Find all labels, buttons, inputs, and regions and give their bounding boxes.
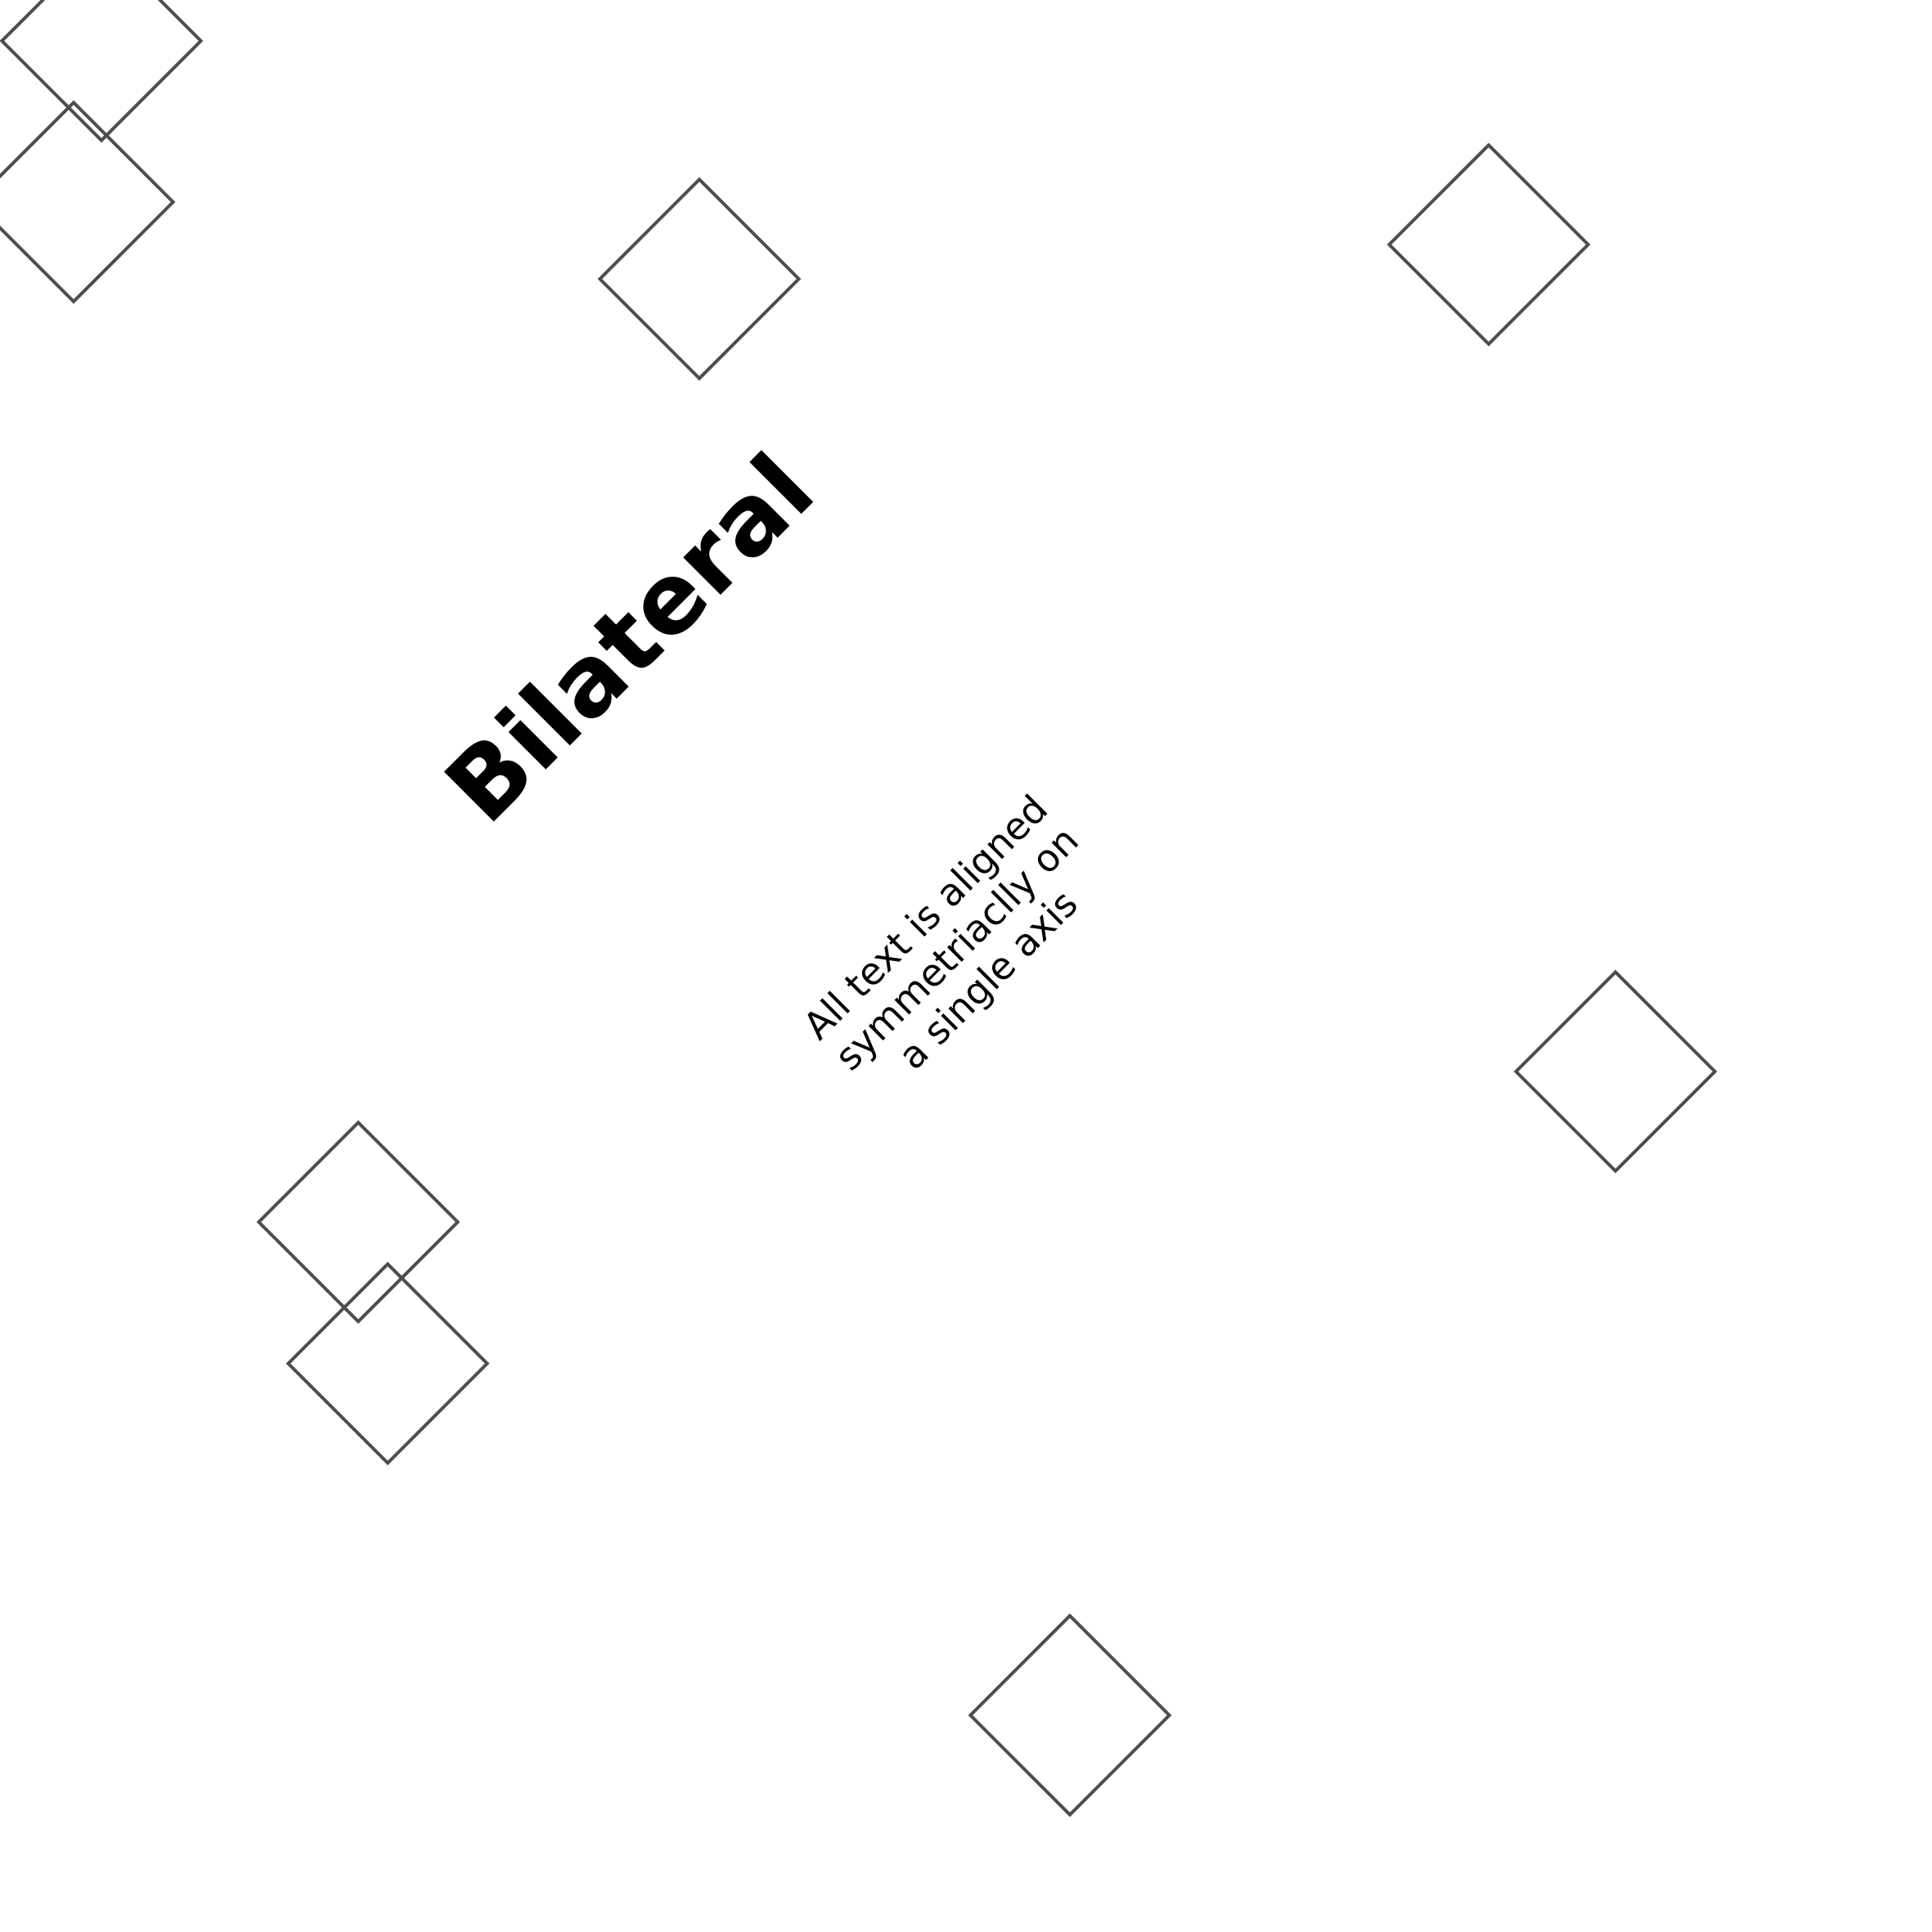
- diamond-shape: [0, 0, 204, 143]
- diamond-shape: [1513, 969, 1718, 1174]
- diamond-shape: [1386, 142, 1591, 347]
- diamond-shape: [968, 1613, 1172, 1817]
- poster-tagline: All text is aligned symmetriaclly on a s…: [794, 786, 1119, 1111]
- poster-title: Bilateral: [424, 432, 836, 844]
- poster-canvas: Bilateral All text is aligned symmetriac…: [0, 0, 1932, 1932]
- diamond-shape: [285, 1261, 490, 1466]
- diamond-shape: [597, 177, 802, 381]
- diamond-shape: [0, 100, 176, 304]
